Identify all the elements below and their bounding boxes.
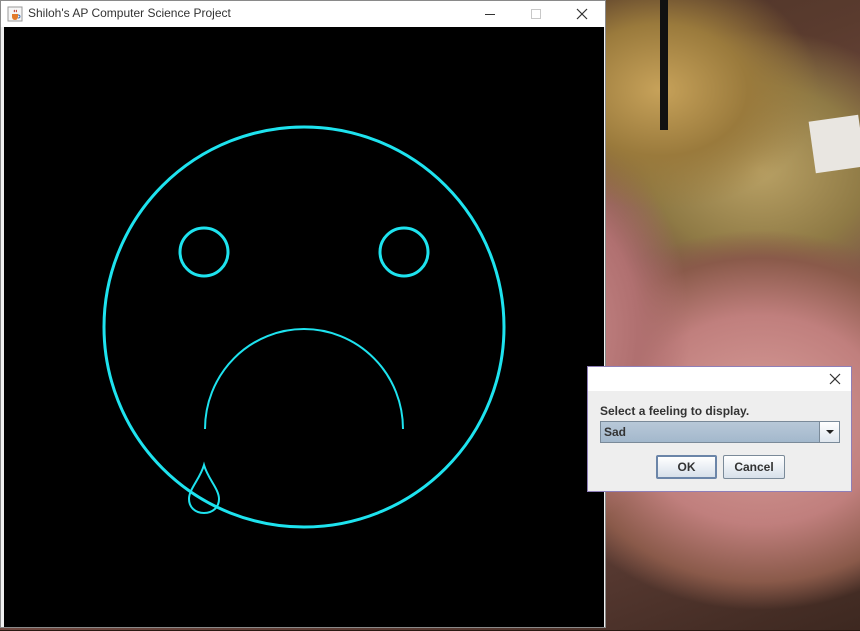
sad-face-drawing	[102, 125, 506, 529]
dialog-titlebar[interactable]	[588, 367, 851, 391]
feeling-select-value: Sad	[604, 425, 627, 439]
drawing-canvas	[4, 27, 604, 627]
wallpaper-shadow	[660, 0, 668, 130]
wallpaper-label-patch	[808, 114, 860, 174]
dialog-close-button[interactable]	[824, 369, 846, 389]
close-button[interactable]	[559, 1, 605, 27]
right-eye	[378, 226, 430, 278]
dialog-message: Select a feeling to display.	[600, 404, 750, 418]
dialog-body: Select a feeling to display. Sad OK Canc…	[588, 391, 851, 491]
close-icon	[829, 373, 841, 385]
close-icon	[576, 8, 588, 20]
window-title: Shiloh's AP Computer Science Project	[28, 6, 231, 20]
left-eye	[178, 226, 230, 278]
frown-mouth	[204, 328, 404, 430]
minimize-icon	[485, 14, 495, 15]
feeling-dialog: Select a feeling to display. Sad OK Canc…	[587, 366, 852, 492]
maximize-button[interactable]	[513, 1, 559, 27]
minimize-button[interactable]	[467, 1, 513, 27]
main-titlebar[interactable]: Shiloh's AP Computer Science Project	[1, 1, 605, 27]
java-cup-icon	[7, 6, 23, 22]
feeling-select-arrow[interactable]	[819, 422, 839, 442]
face-outline	[102, 125, 506, 529]
feeling-select[interactable]: Sad	[600, 421, 840, 443]
maximize-icon	[531, 9, 541, 19]
main-window: Shiloh's AP Computer Science Project	[0, 0, 606, 628]
ok-button[interactable]: OK	[656, 455, 717, 479]
cancel-button[interactable]: Cancel	[723, 455, 785, 479]
chevron-down-icon	[825, 430, 834, 434]
